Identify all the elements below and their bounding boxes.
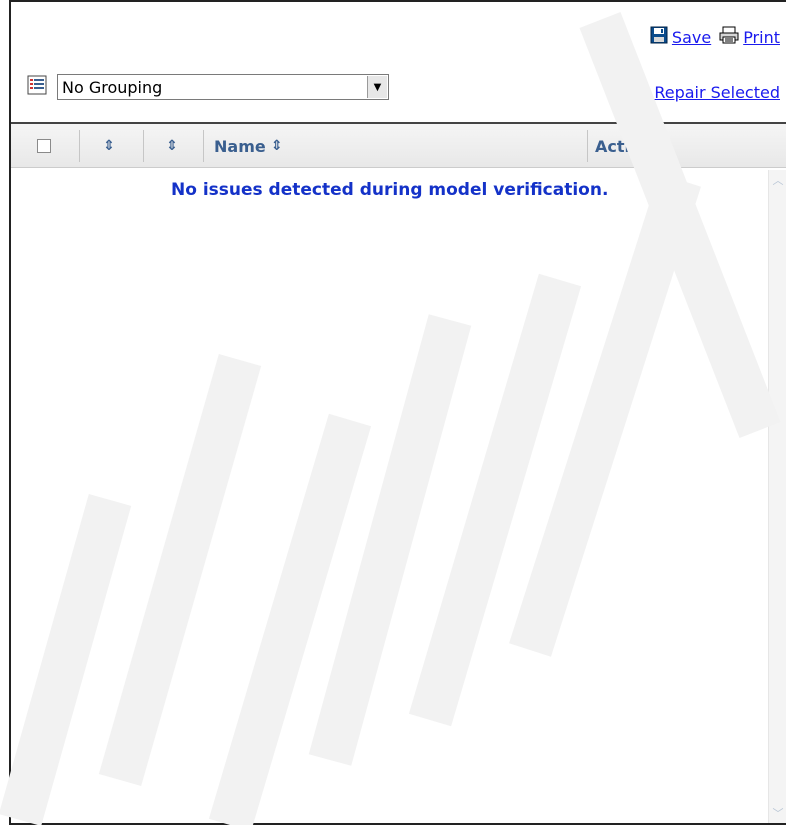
- scroll-down-icon[interactable]: ﹀: [771, 807, 785, 821]
- floppy-disk-icon[interactable]: [650, 26, 668, 48]
- wrench-icon[interactable]: [634, 80, 648, 104]
- sort-icon[interactable]: ⇕: [271, 138, 283, 154]
- column-header-actions: Actions: [595, 132, 662, 160]
- column-divider: [79, 130, 80, 162]
- column-divider: [587, 130, 588, 162]
- column-header-name[interactable]: Name ⇕: [214, 132, 282, 160]
- sort-toggle-2[interactable]: ⇕: [166, 132, 178, 160]
- chevron-down-icon[interactable]: ▼: [367, 76, 387, 98]
- column-header-name-label: Name: [214, 136, 266, 156]
- repair-control: Repair Selected: [634, 80, 780, 104]
- column-divider: [143, 130, 144, 162]
- sort-icon[interactable]: ⇕: [103, 138, 115, 154]
- printer-icon[interactable]: [719, 26, 739, 48]
- verification-panel: Save Print No Grouping ▼ Repair Selected…: [9, 0, 786, 825]
- table-header: ⇕ ⇕ Name ⇕ Actions: [11, 122, 786, 168]
- grouping-select[interactable]: No Grouping ▼: [57, 74, 389, 100]
- list-icon: [27, 75, 47, 99]
- column-divider: [203, 130, 204, 162]
- grouping-select-value: No Grouping: [62, 77, 163, 97]
- save-link[interactable]: Save: [672, 28, 711, 47]
- grouping-control: No Grouping ▼: [27, 74, 389, 100]
- vertical-scrollbar[interactable]: ︿ ﹀: [768, 170, 786, 823]
- sort-icon[interactable]: ⇕: [166, 138, 178, 154]
- repair-selected-link[interactable]: Repair Selected: [654, 83, 780, 102]
- empty-state-message: No issues detected during model verifica…: [171, 180, 609, 200]
- select-all-checkbox[interactable]: [37, 132, 51, 160]
- checkbox-box[interactable]: [37, 139, 51, 153]
- top-toolbar: Save Print: [650, 26, 780, 48]
- sort-toggle-1[interactable]: ⇕: [103, 132, 115, 160]
- print-link[interactable]: Print: [743, 28, 780, 47]
- column-header-actions-label: Actions: [595, 136, 662, 156]
- scroll-up-icon[interactable]: ︿: [771, 174, 785, 188]
